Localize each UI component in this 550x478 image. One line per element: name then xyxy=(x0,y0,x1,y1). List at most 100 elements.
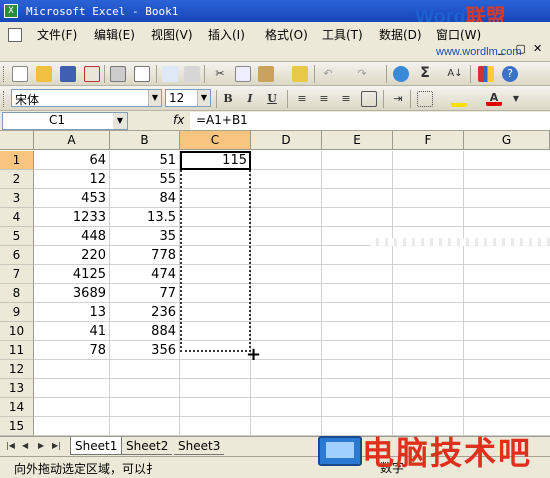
cell-a7[interactable]: 4125 xyxy=(34,265,109,284)
italic-button[interactable]: I xyxy=(242,91,258,107)
font-name-select[interactable]: 宋体 ▼ xyxy=(11,89,162,107)
toolbar-grip[interactable] xyxy=(3,66,6,82)
underline-button[interactable]: U xyxy=(264,91,280,107)
cell-b9[interactable]: 236 xyxy=(110,303,179,322)
cell-b4[interactable]: 13.5 xyxy=(110,208,179,227)
print-preview-icon[interactable] xyxy=(134,66,150,82)
column-header-e[interactable]: E xyxy=(322,131,393,150)
cell-b2[interactable]: 55 xyxy=(110,170,179,189)
cell-a9[interactable]: 13 xyxy=(34,303,109,322)
column-header-c[interactable]: C xyxy=(180,131,251,150)
formula-input[interactable]: =A1+B1 xyxy=(190,112,550,130)
menu-window[interactable]: 窗口(W) xyxy=(436,26,481,43)
paste-icon[interactable] xyxy=(258,66,274,82)
cell-b8[interactable]: 77 xyxy=(110,284,179,303)
restore-button[interactable]: ▢ xyxy=(512,42,525,55)
copy-icon[interactable] xyxy=(235,66,251,82)
cut-icon[interactable]: ✂ xyxy=(212,66,228,82)
menu-tools[interactable]: 工具(T) xyxy=(322,26,363,43)
align-center-icon[interactable]: ≡ xyxy=(316,91,332,107)
cell-a1[interactable]: 64 xyxy=(34,151,109,170)
cell-a2[interactable]: 12 xyxy=(34,170,109,189)
align-right-icon[interactable]: ≡ xyxy=(338,91,354,107)
column-header-f[interactable]: F xyxy=(393,131,464,150)
merge-center-icon[interactable] xyxy=(361,91,377,107)
cell-a8[interactable]: 3689 xyxy=(34,284,109,303)
menu-format[interactable]: 格式(O) xyxy=(265,26,308,43)
fill-handle-cursor-icon[interactable]: + xyxy=(246,346,261,364)
document-icon[interactable] xyxy=(8,28,22,42)
worksheet-grid[interactable]: ABCDEFG123456789101112131415166412453123… xyxy=(0,131,550,455)
menu-insert[interactable]: 插入(I) xyxy=(208,26,245,43)
research-icon[interactable] xyxy=(184,66,200,82)
menu-file[interactable]: 文件(F) xyxy=(37,26,77,43)
sort-ascending-icon[interactable]: A↓ xyxy=(447,66,463,82)
hyperlink-icon[interactable] xyxy=(393,66,409,82)
chart-wizard-icon[interactable] xyxy=(478,66,494,82)
column-header-a[interactable]: A xyxy=(34,131,110,150)
cell-b5[interactable]: 35 xyxy=(110,227,179,246)
indent-icon[interactable]: ⇥ xyxy=(390,91,406,107)
menu-view[interactable]: 视图(V) xyxy=(151,26,193,43)
menu-data[interactable]: 数据(D) xyxy=(379,26,422,43)
fill-color-icon[interactable] xyxy=(451,91,467,107)
cell-b1[interactable]: 51 xyxy=(110,151,179,170)
row-header-3[interactable]: 3 xyxy=(0,189,34,208)
permission-icon[interactable] xyxy=(84,66,100,82)
cell-a5[interactable]: 448 xyxy=(34,227,109,246)
first-sheet-icon[interactable]: |◀ xyxy=(6,441,15,450)
redo-icon[interactable]: ↷ xyxy=(354,66,370,82)
bold-button[interactable]: B xyxy=(220,91,236,107)
cell-b7[interactable]: 474 xyxy=(110,265,179,284)
font-color-icon[interactable]: A xyxy=(486,90,502,106)
tab-sheet1[interactable]: Sheet1 xyxy=(70,437,123,455)
select-all-corner[interactable] xyxy=(0,131,34,150)
last-sheet-icon[interactable]: ▶| xyxy=(52,441,61,450)
close-button[interactable]: ✕ xyxy=(533,42,542,55)
cell-b3[interactable]: 84 xyxy=(110,189,179,208)
cell-a6[interactable]: 220 xyxy=(34,246,109,265)
save-icon[interactable] xyxy=(60,66,76,82)
tab-sheet3[interactable]: Sheet3 xyxy=(174,437,225,455)
borders-icon[interactable] xyxy=(417,91,433,107)
cell-b10[interactable]: 884 xyxy=(110,322,179,341)
row-header-8[interactable]: 8 xyxy=(0,284,34,303)
align-left-icon[interactable]: ≡ xyxy=(294,91,310,107)
minimize-button[interactable]: _ xyxy=(498,42,504,55)
row-header-1[interactable]: 1 xyxy=(0,151,34,170)
spelling-icon[interactable] xyxy=(162,66,178,82)
tab-sheet2[interactable]: Sheet2 xyxy=(122,437,173,455)
row-header-14[interactable]: 14 xyxy=(0,398,34,417)
column-header-d[interactable]: D xyxy=(251,131,322,150)
column-header-g[interactable]: G xyxy=(464,131,550,150)
next-sheet-icon[interactable]: ▶ xyxy=(38,441,44,450)
row-header-2[interactable]: 2 xyxy=(0,170,34,189)
undo-icon[interactable]: ↶ xyxy=(320,66,336,82)
cell-b11[interactable]: 356 xyxy=(110,341,179,360)
help-icon[interactable]: ? xyxy=(502,66,518,82)
row-header-9[interactable]: 9 xyxy=(0,303,34,322)
function-icon[interactable]: fx xyxy=(173,113,184,127)
column-header-b[interactable]: B xyxy=(110,131,180,150)
menu-edit[interactable]: 编辑(E) xyxy=(94,26,135,43)
row-header-13[interactable]: 13 xyxy=(0,379,34,398)
row-header-6[interactable]: 6 xyxy=(0,246,34,265)
cell-a10[interactable]: 41 xyxy=(34,322,109,341)
toolbar-grip[interactable] xyxy=(3,91,6,107)
chevron-down-icon[interactable]: ▼ xyxy=(197,90,210,106)
chevron-down-icon[interactable]: ▼ xyxy=(113,113,127,129)
row-header-4[interactable]: 4 xyxy=(0,208,34,227)
new-icon[interactable] xyxy=(12,66,28,82)
row-header-11[interactable]: 11 xyxy=(0,341,34,360)
cell-b6[interactable]: 778 xyxy=(110,246,179,265)
cell-a11[interactable]: 78 xyxy=(34,341,109,360)
cell-a4[interactable]: 1233 xyxy=(34,208,109,227)
row-header-12[interactable]: 12 xyxy=(0,360,34,379)
row-header-5[interactable]: 5 xyxy=(0,227,34,246)
row-header-7[interactable]: 7 xyxy=(0,265,34,284)
row-header-15[interactable]: 15 xyxy=(0,417,34,436)
name-box[interactable]: C1 ▼ xyxy=(2,112,128,130)
cell-a3[interactable]: 453 xyxy=(34,189,109,208)
row-header-10[interactable]: 10 xyxy=(0,322,34,341)
open-icon[interactable] xyxy=(36,66,52,82)
